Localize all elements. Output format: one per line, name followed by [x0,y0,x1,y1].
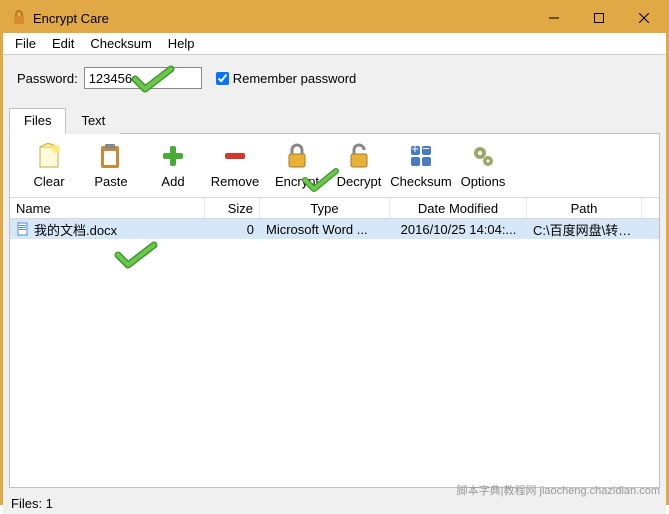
document-icon [16,222,30,236]
password-label: Password: [17,71,78,86]
tabs: Files Text [3,107,666,133]
checksum-icon: +− [407,142,435,170]
add-icon [159,142,187,170]
clear-button[interactable]: Clear [18,142,80,189]
options-label: Options [461,174,506,189]
maximize-button[interactable] [576,3,621,33]
svg-text:+: + [411,143,419,156]
decrypt-label: Decrypt [337,174,382,189]
cell-name: 我的文档.docx [10,220,205,239]
close-button[interactable] [621,3,666,33]
menu-file[interactable]: File [7,34,44,53]
paste-label: Paste [94,174,127,189]
titlebar: Encrypt Care [3,3,666,33]
file-name: 我的文档.docx [34,220,117,239]
remember-label: Remember password [233,71,357,86]
decrypt-button[interactable]: Decrypt [328,142,390,189]
password-input[interactable] [84,67,202,89]
menu-checksum[interactable]: Checksum [82,34,159,53]
tab-files[interactable]: Files [9,108,66,134]
status-text: Files: 1 [11,496,53,511]
grid-header: Name Size Type Date Modified Path [10,197,659,219]
remove-button[interactable]: Remove [204,142,266,189]
cell-path: C:\百度网盘\转型升... [527,220,642,239]
cell-size: 0 [205,222,260,237]
col-path[interactable]: Path [527,198,642,218]
checksum-button[interactable]: +− Checksum [390,142,452,189]
col-type[interactable]: Type [260,198,390,218]
cell-type: Microsoft Word ... [260,222,390,237]
options-button[interactable]: Options [452,142,514,189]
col-size[interactable]: Size [205,198,260,218]
add-label: Add [161,174,184,189]
lock-closed-icon [283,142,311,170]
window-controls [531,3,666,33]
clear-label: Clear [33,174,64,189]
toolbar: Clear Paste Add Remove Encrypt Decry [10,142,659,197]
remember-checkbox[interactable]: Remember password [216,71,357,86]
minimize-button[interactable] [531,3,576,33]
app-icon [11,10,27,26]
paste-button[interactable]: Paste [80,142,142,189]
remove-icon [221,142,249,170]
remember-checkbox-input[interactable] [216,72,229,85]
tab-text[interactable]: Text [66,108,120,134]
col-name[interactable]: Name [10,198,205,218]
files-panel: Clear Paste Add Remove Encrypt Decry [9,133,660,488]
window-title: Encrypt Care [33,11,531,26]
encrypt-label: Encrypt [275,174,319,189]
cell-date: 2016/10/25 14:04:... [390,222,527,237]
paste-icon [97,142,125,170]
menu-help[interactable]: Help [160,34,203,53]
encrypt-button[interactable]: Encrypt [266,142,328,189]
password-row: Password: Remember password [3,55,666,107]
grid-body[interactable]: 我的文档.docx 0 Microsoft Word ... 2016/10/2… [10,219,659,487]
lock-open-icon [345,142,373,170]
clear-icon [35,142,63,170]
gear-icon [469,142,497,170]
remove-label: Remove [211,174,259,189]
svg-text:−: − [422,143,430,156]
app-window: Encrypt Care File Edit Checksum Help Pas… [0,0,669,505]
col-date[interactable]: Date Modified [390,198,527,218]
menu-edit[interactable]: Edit [44,34,82,53]
table-row[interactable]: 我的文档.docx 0 Microsoft Word ... 2016/10/2… [10,219,659,239]
check-icon [114,241,158,271]
add-button[interactable]: Add [142,142,204,189]
watermark: 脚本字典|教程网 jiaocheng.chazidian.com [457,482,660,498]
menubar: File Edit Checksum Help [3,33,666,55]
checksum-label: Checksum [390,174,451,189]
